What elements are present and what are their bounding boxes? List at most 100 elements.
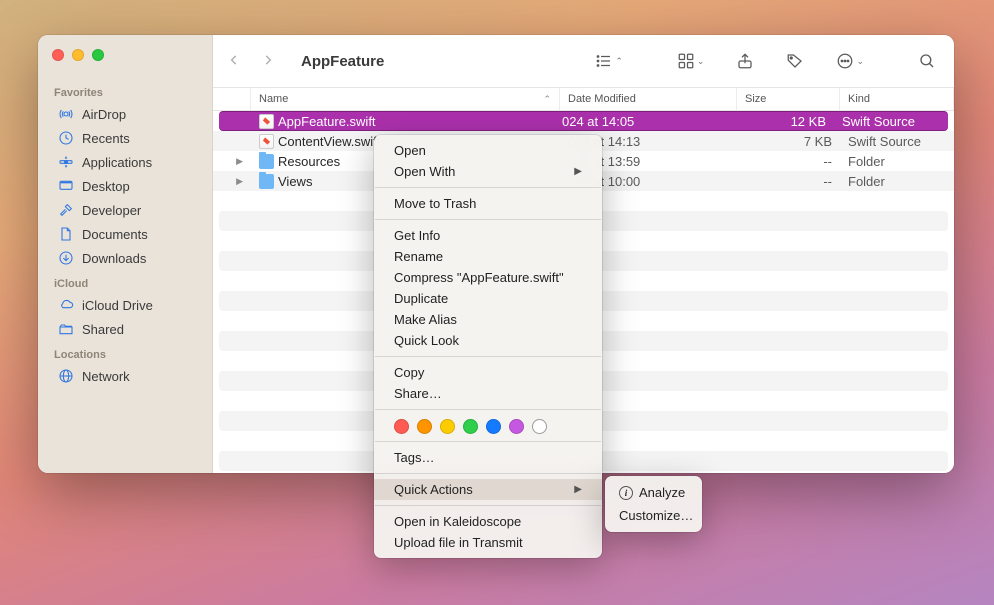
menu-item-open-with[interactable]: Open With ▶ <box>374 161 602 182</box>
globe-icon <box>58 368 74 384</box>
toolbar: AppFeature ⌃ ⌄ ⌄ <box>213 35 954 87</box>
file-date: 024 at 14:05 <box>554 114 731 129</box>
sidebar-item-label: Network <box>82 369 130 384</box>
menu-item-duplicate[interactable]: Duplicate <box>374 288 602 309</box>
file-name: ContentView.swift <box>278 134 380 149</box>
sidebar-item-documents[interactable]: Documents <box>42 222 208 246</box>
sidebar-item-shared[interactable]: Shared <box>42 317 208 341</box>
swift-file-icon <box>259 134 274 149</box>
header-kind[interactable]: Kind <box>840 88 954 110</box>
menu-item-label: Duplicate <box>394 291 448 306</box>
header-name[interactable]: Name⌃ <box>251 88 560 110</box>
sidebar: Favorites AirDrop Recents Applications Deskt… <box>38 35 213 473</box>
close-button[interactable] <box>52 49 64 61</box>
search-button[interactable] <box>914 50 940 72</box>
menu-item-label: Move to Trash <box>394 196 476 211</box>
menu-item-copy[interactable]: Copy <box>374 362 602 383</box>
file-size: 12 KB <box>731 114 834 129</box>
sidebar-item-label: AirDrop <box>82 107 126 122</box>
recents-icon <box>58 130 74 146</box>
group-button[interactable]: ⌄ <box>673 50 709 72</box>
sidebar-item-downloads[interactable]: Downloads <box>42 246 208 270</box>
submenu-chevron-icon: ▶ <box>574 166 582 177</box>
menu-item-label: Quick Look <box>394 333 459 348</box>
sidebar-item-recents[interactable]: Recents <box>42 126 208 150</box>
submenu-item-label: Analyze <box>639 485 685 500</box>
share-button[interactable] <box>732 50 758 72</box>
menu-item-compress-appfeature-swift[interactable]: Compress "AppFeature.swift" <box>374 267 602 288</box>
submenu-item-customize[interactable]: Customize… <box>605 504 702 527</box>
folder-file-icon <box>259 174 274 189</box>
menu-item-move-to-trash[interactable]: Move to Trash <box>374 193 602 214</box>
swift-file-icon <box>259 114 274 129</box>
disclosure-triangle[interactable]: ▶ <box>213 156 251 167</box>
sidebar-item-label: Recents <box>82 131 130 146</box>
tag-color[interactable] <box>463 419 478 434</box>
menu-item-get-info[interactable]: Get Info <box>374 225 602 246</box>
tags-button[interactable] <box>782 50 808 72</box>
menu-item-label: Open <box>394 143 426 158</box>
sidebar-item-label: Downloads <box>82 251 146 266</box>
submenu-item-label: Customize… <box>619 508 693 523</box>
desktop-icon <box>58 178 74 194</box>
menu-item-tags[interactable]: Tags… <box>374 447 602 468</box>
menu-item-make-alias[interactable]: Make Alias <box>374 309 602 330</box>
file-row[interactable]: AppFeature.swift024 at 14:0512 KBSwift S… <box>219 111 948 131</box>
sidebar-item-label: Documents <box>82 227 148 242</box>
tag-color[interactable] <box>440 419 455 434</box>
tag-color[interactable] <box>394 419 409 434</box>
menu-item-open-in-kaleidoscope[interactable]: Open in Kaleidoscope <box>374 511 602 532</box>
menu-item-quick-actions[interactable]: Quick Actions▶ <box>374 479 602 500</box>
context-menu: Open Open With ▶ Move to Trash Get Info Renam… <box>374 135 602 558</box>
airdrop-icon <box>58 106 74 122</box>
sidebar-item-developer[interactable]: Developer <box>42 198 208 222</box>
file-kind: Swift Source <box>840 134 954 149</box>
submenu-chevron-icon: ▶ <box>574 484 582 495</box>
tag-color[interactable] <box>417 419 432 434</box>
download-icon <box>58 250 74 266</box>
sidebar-item-desktop[interactable]: Desktop <box>42 174 208 198</box>
window-controls <box>38 45 212 79</box>
menu-item-label: Tags… <box>394 450 434 465</box>
submenu-item-analyze[interactable]: iAnalyze <box>605 481 702 504</box>
file-kind: Swift Source <box>834 114 948 129</box>
menu-item-label: Open With <box>394 164 455 179</box>
menu-item-label: Rename <box>394 249 443 264</box>
menu-item-open[interactable]: Open <box>374 140 602 161</box>
tag-color-none[interactable] <box>532 419 547 434</box>
apps-icon <box>58 154 74 170</box>
header-size[interactable]: Size <box>737 88 840 110</box>
folder-title: AppFeature <box>301 53 384 70</box>
view-list-button[interactable]: ⌃ <box>591 50 627 72</box>
menu-item-share[interactable]: Share… <box>374 383 602 404</box>
file-size: -- <box>737 154 840 169</box>
sidebar-item-label: Shared <box>82 322 124 337</box>
sidebar-item-airdrop[interactable]: AirDrop <box>42 102 208 126</box>
menu-item-rename[interactable]: Rename <box>374 246 602 267</box>
file-name: Resources <box>278 154 340 169</box>
menu-item-quick-look[interactable]: Quick Look <box>374 330 602 351</box>
menu-item-label: Upload file in Transmit <box>394 535 523 550</box>
menu-item-label: Copy <box>394 365 424 380</box>
maximize-button[interactable] <box>92 49 104 61</box>
minimize-button[interactable] <box>72 49 84 61</box>
tag-color[interactable] <box>486 419 501 434</box>
action-menu-button[interactable]: ⌄ <box>832 50 868 72</box>
menu-item-upload-file-in-transmit[interactable]: Upload file in Transmit <box>374 532 602 553</box>
header-date[interactable]: Date Modified <box>560 88 737 110</box>
sidebar-item-label: Desktop <box>82 179 130 194</box>
sidebar-item-applications[interactable]: Applications <box>42 150 208 174</box>
sidebar-item-icloud-drive[interactable]: iCloud Drive <box>42 293 208 317</box>
disclosure-triangle[interactable]: ▶ <box>213 176 251 187</box>
file-kind: Folder <box>840 174 954 189</box>
forward-button[interactable] <box>261 53 275 70</box>
tag-color[interactable] <box>509 419 524 434</box>
menu-item-label: Get Info <box>394 228 440 243</box>
hammer-icon <box>58 202 74 218</box>
menu-item-label: Compress "AppFeature.swift" <box>394 270 564 285</box>
sidebar-item-network[interactable]: Network <box>42 364 208 388</box>
back-button[interactable] <box>227 53 241 70</box>
sidebar-section-label: Favorites <box>38 87 212 102</box>
sidebar-item-label: Developer <box>82 203 141 218</box>
menu-item-label: Make Alias <box>394 312 457 327</box>
